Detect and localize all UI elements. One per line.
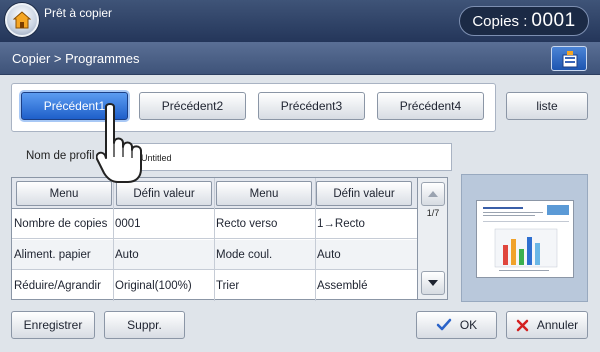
column-divider bbox=[214, 178, 215, 301]
check-icon bbox=[436, 318, 452, 331]
cell-value: Assemblé bbox=[317, 280, 368, 292]
cell-menu: Trier bbox=[216, 280, 240, 292]
home-icon bbox=[13, 11, 31, 29]
settings-table: Menu Défin valeur Menu Défin valeur Nomb… bbox=[11, 177, 448, 301]
cancel-label: Annuler bbox=[536, 318, 579, 332]
copies-value: 0001 bbox=[531, 10, 576, 31]
scroll-up-icon bbox=[428, 191, 438, 197]
preset-button-4[interactable]: Précédent4 bbox=[377, 92, 484, 120]
cell-menu: Mode coul. bbox=[216, 249, 273, 261]
preset-button-2[interactable]: Précédent2 bbox=[139, 92, 246, 120]
column-divider bbox=[315, 178, 316, 301]
scroll-down-button[interactable] bbox=[421, 271, 445, 295]
profile-name-label: Nom de profil bbox=[26, 150, 95, 162]
cell-menu: Recto verso bbox=[216, 218, 278, 230]
hand-cursor-icon bbox=[96, 103, 142, 183]
cell-value: Original(100%) bbox=[115, 280, 192, 292]
preset-button-3[interactable]: Précédent3 bbox=[258, 92, 365, 120]
close-icon bbox=[516, 319, 529, 331]
cell-value: 1→Recto bbox=[317, 218, 365, 230]
cancel-button[interactable]: Annuler bbox=[506, 311, 588, 339]
ok-label: OK bbox=[459, 318, 478, 332]
title-bar: Copier > Programmes bbox=[0, 42, 600, 75]
column-divider bbox=[113, 178, 114, 301]
preview-panel bbox=[461, 174, 588, 302]
column-header-value-2[interactable]: Défin valeur bbox=[316, 181, 412, 206]
home-button[interactable] bbox=[5, 3, 39, 37]
copies-label: Copies : bbox=[472, 12, 528, 30]
scroll-up-button[interactable] bbox=[421, 182, 445, 206]
cell-value: Auto bbox=[317, 249, 341, 261]
status-bar: Prêt à copier Copies : 0001 bbox=[0, 0, 600, 42]
save-button[interactable]: Enregistrer bbox=[11, 311, 95, 339]
program-settings-icon bbox=[562, 51, 578, 68]
cell-menu: Nombre de copies bbox=[14, 218, 108, 230]
document-preview bbox=[476, 200, 574, 278]
list-button[interactable]: liste bbox=[506, 92, 588, 120]
copies-counter: Copies : 0001 bbox=[459, 6, 589, 36]
ok-button[interactable]: OK bbox=[416, 311, 497, 339]
delete-button[interactable]: Suppr. bbox=[104, 311, 185, 339]
breadcrumb: Copier > Programmes bbox=[12, 51, 140, 66]
program-settings-button[interactable] bbox=[551, 46, 587, 71]
cell-menu: Aliment. papier bbox=[14, 249, 91, 261]
status-text: Prêt à copier bbox=[44, 6, 113, 20]
cell-menu: Réduire/Agrandir bbox=[14, 280, 101, 292]
cell-value: Auto bbox=[115, 249, 139, 261]
page-indicator: 1/7 bbox=[426, 208, 440, 218]
profile-name-input[interactable]: Untitled bbox=[120, 143, 452, 171]
cell-value: 0001 bbox=[115, 218, 141, 230]
scroll-down-icon bbox=[428, 280, 438, 286]
preview-document-image bbox=[483, 205, 569, 271]
table-scrollbar[interactable]: 1/7 bbox=[417, 178, 447, 299]
column-header-menu-2[interactable]: Menu bbox=[216, 181, 312, 206]
